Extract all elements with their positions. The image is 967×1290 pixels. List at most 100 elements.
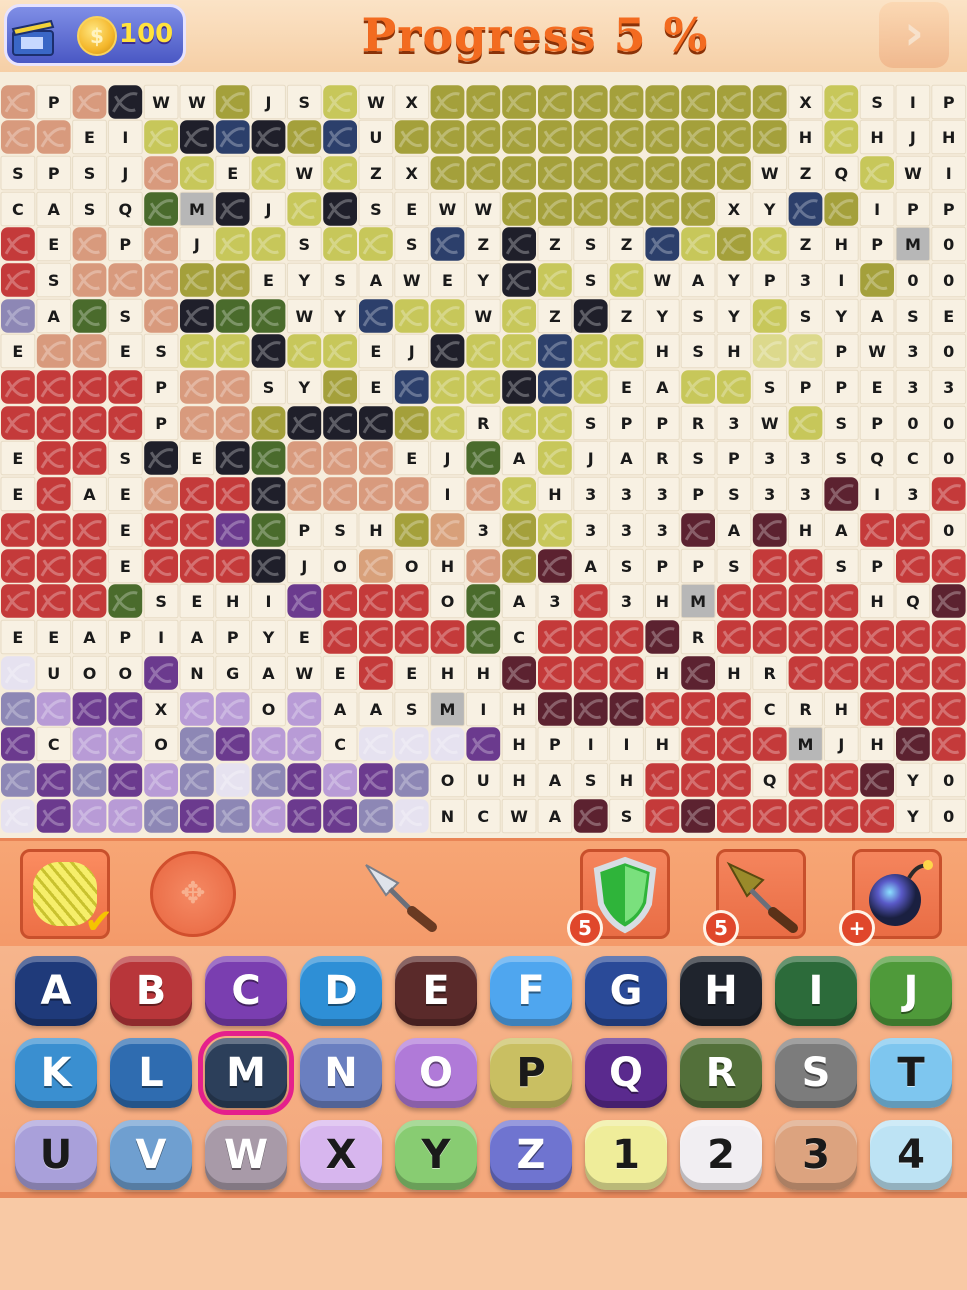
grid-cell[interactable] bbox=[72, 692, 107, 726]
grid-cell[interactable]: I bbox=[143, 619, 179, 655]
grid-cell[interactable]: R bbox=[680, 405, 716, 441]
grid-cell[interactable]: E bbox=[859, 369, 895, 405]
color-key-v[interactable]: V bbox=[110, 1120, 192, 1190]
grid-cell[interactable] bbox=[896, 692, 930, 726]
grid-cell[interactable] bbox=[359, 620, 393, 654]
grid-cell[interactable] bbox=[538, 370, 572, 404]
grid-cell[interactable] bbox=[215, 727, 250, 761]
grid-cell[interactable] bbox=[538, 656, 572, 690]
grid-cell[interactable] bbox=[824, 584, 859, 618]
grid-cell[interactable]: H bbox=[430, 655, 465, 691]
grid-cell[interactable] bbox=[359, 584, 393, 618]
grid-cell[interactable] bbox=[215, 549, 250, 583]
grid-cell[interactable] bbox=[359, 227, 393, 261]
grid-cell[interactable]: 0 bbox=[931, 226, 967, 262]
grid-cell[interactable]: E bbox=[36, 226, 72, 262]
grid-cell[interactable] bbox=[72, 513, 107, 547]
grid-cell[interactable] bbox=[502, 477, 536, 511]
grid-cell[interactable]: Q bbox=[752, 762, 788, 798]
grid-cell[interactable]: J bbox=[286, 548, 322, 584]
grid-cell[interactable]: 3 bbox=[752, 440, 788, 476]
grid-cell[interactable] bbox=[72, 799, 107, 833]
grid-cell[interactable] bbox=[538, 620, 572, 654]
grid-cell[interactable]: Z bbox=[788, 226, 823, 262]
grid-cell[interactable]: 0 bbox=[931, 333, 967, 369]
grid-cell[interactable]: P bbox=[644, 548, 680, 584]
grid-cell[interactable] bbox=[573, 85, 608, 119]
grid-cell[interactable]: J bbox=[107, 155, 143, 191]
grid-cell[interactable]: H bbox=[609, 762, 644, 798]
grid-cell[interactable] bbox=[36, 763, 71, 797]
grid-cell[interactable] bbox=[860, 620, 894, 654]
grid-cell[interactable] bbox=[824, 763, 859, 797]
grid-cell[interactable] bbox=[645, 192, 680, 226]
grid-cell[interactable] bbox=[251, 334, 286, 368]
grid-cell[interactable]: O bbox=[72, 655, 107, 691]
color-key-y[interactable]: Y bbox=[395, 1120, 477, 1190]
grid-cell[interactable]: J bbox=[251, 84, 286, 120]
grid-cell[interactable]: X bbox=[394, 84, 430, 120]
grid-cell[interactable] bbox=[72, 299, 107, 333]
grid-cell[interactable] bbox=[752, 227, 787, 261]
color-key-i[interactable]: I bbox=[775, 956, 857, 1026]
grid-cell[interactable] bbox=[645, 692, 680, 726]
grid-cell[interactable] bbox=[1, 549, 35, 583]
grid-cell[interactable] bbox=[323, 799, 357, 833]
grid-cell[interactable] bbox=[824, 192, 859, 226]
grid-cell[interactable] bbox=[681, 799, 715, 833]
grid-cell[interactable] bbox=[609, 192, 644, 226]
grid-cell[interactable] bbox=[215, 763, 250, 797]
grid-cell[interactable]: Y bbox=[322, 298, 358, 334]
grid-cell[interactable] bbox=[788, 656, 823, 690]
grid-cell[interactable]: E bbox=[358, 333, 394, 369]
grid-cell[interactable] bbox=[573, 334, 608, 368]
grid-cell[interactable] bbox=[573, 299, 608, 333]
grid-cell[interactable] bbox=[538, 85, 572, 119]
grid-cell[interactable]: R bbox=[752, 655, 788, 691]
grid-cell[interactable] bbox=[108, 85, 143, 119]
grid-cell[interactable]: 3 bbox=[465, 512, 501, 548]
grid-cell[interactable] bbox=[681, 513, 715, 547]
grid-cell[interactable]: Y bbox=[752, 191, 788, 227]
grid-cell[interactable] bbox=[573, 799, 608, 833]
grid-cell[interactable] bbox=[36, 441, 71, 475]
grid-cell[interactable] bbox=[215, 406, 250, 440]
grid-cell[interactable]: S bbox=[680, 333, 716, 369]
grid-cell[interactable] bbox=[645, 763, 680, 797]
grid-cell[interactable] bbox=[681, 227, 715, 261]
color-key-u[interactable]: U bbox=[15, 1120, 97, 1190]
grid-cell[interactable]: 3 bbox=[788, 440, 823, 476]
grid-cell[interactable]: U bbox=[465, 762, 501, 798]
grid-cell[interactable]: I bbox=[859, 191, 895, 227]
shield-powerup[interactable]: 5 bbox=[567, 849, 670, 946]
grid-cell[interactable]: 3 bbox=[788, 476, 823, 512]
grid-cell[interactable] bbox=[215, 370, 250, 404]
grid-cell[interactable]: E bbox=[107, 476, 143, 512]
grid-cell[interactable] bbox=[931, 477, 966, 511]
grid-cell[interactable]: A bbox=[72, 619, 107, 655]
grid-cell[interactable]: A bbox=[716, 512, 752, 548]
grid-cell[interactable] bbox=[538, 192, 572, 226]
grid-cell[interactable] bbox=[896, 727, 930, 761]
grid-cell[interactable]: Y bbox=[716, 262, 752, 298]
grid-cell[interactable]: H bbox=[859, 726, 895, 762]
grid-cell[interactable] bbox=[466, 120, 501, 154]
grid-cell[interactable]: W bbox=[179, 84, 215, 120]
color-key-3[interactable]: 3 bbox=[775, 1120, 857, 1190]
grid-cell[interactable]: E bbox=[107, 512, 143, 548]
grid-cell[interactable] bbox=[394, 370, 429, 404]
grid-cell[interactable]: S bbox=[0, 155, 36, 191]
grid-cell[interactable] bbox=[430, 513, 465, 547]
color-key-r[interactable]: R bbox=[680, 1038, 762, 1108]
grid-cell[interactable] bbox=[108, 763, 143, 797]
grid-cell[interactable] bbox=[752, 513, 787, 547]
grid-cell[interactable] bbox=[502, 227, 536, 261]
grid-cell[interactable] bbox=[108, 406, 143, 440]
color-key-s[interactable]: S bbox=[775, 1038, 857, 1108]
grid-cell[interactable] bbox=[466, 549, 501, 583]
grid-cell[interactable] bbox=[752, 727, 787, 761]
grid-cell[interactable] bbox=[215, 120, 250, 154]
grid-cell[interactable]: E bbox=[107, 333, 143, 369]
grid-cell[interactable] bbox=[180, 692, 214, 726]
grid-cell[interactable] bbox=[502, 406, 536, 440]
